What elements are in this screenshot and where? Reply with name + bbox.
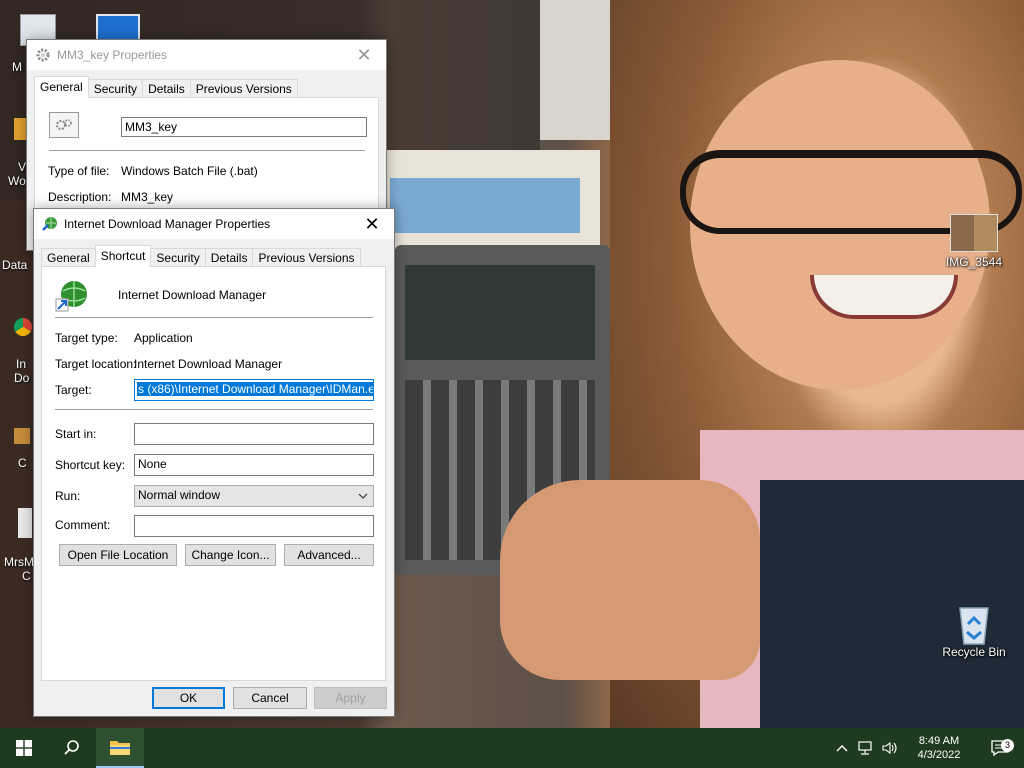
idm-app-icon [54, 279, 90, 313]
windows-logo-icon [16, 740, 32, 756]
run-label: Run: [55, 489, 81, 503]
close-button[interactable]: ✕ [350, 209, 394, 239]
tab-strip: General Shortcut Security Details Previo… [41, 245, 361, 267]
target-selected-text: s (x86)\Internet Download Manager\IDMan.… [137, 382, 373, 396]
chevron-down-icon [358, 493, 368, 499]
separator [49, 150, 365, 151]
desktop-icon-recycle-bin[interactable]: Recycle Bin [934, 602, 1014, 659]
recycle-bin-icon [954, 602, 994, 645]
tab-shortcut[interactable]: Shortcut [94, 245, 152, 267]
desktop-icon-label-fragment[interactable]: Data [2, 258, 27, 272]
type-of-file-value: Windows Batch File (.bat) [121, 164, 258, 178]
gear-icon [36, 48, 50, 62]
tab-details[interactable]: Details [204, 248, 254, 267]
notification-count-badge: 3 [1001, 739, 1014, 752]
title-bar[interactable]: Internet Download Manager Properties ✕ [34, 209, 394, 239]
tab-strip: General Security Details Previous Versio… [34, 76, 298, 98]
tab-previous-versions[interactable]: Previous Versions [189, 79, 298, 98]
chrome-icon[interactable] [14, 318, 32, 336]
title-bar[interactable]: MM3_key Properties ✕ [27, 40, 386, 70]
tab-security[interactable]: Security [87, 79, 144, 98]
desktop-icon-label: Recycle Bin [942, 645, 1006, 659]
app-name-label: Internet Download Manager [118, 288, 267, 302]
taskbar: 8:49 AM 4/3/2022 3 [0, 728, 1024, 768]
target-input[interactable]: s (x86)\Internet Download Manager\IDMan.… [134, 379, 374, 401]
document-icon[interactable] [18, 508, 32, 538]
desktop-icon-img-3544[interactable]: IMG_3544 [934, 214, 1014, 269]
clock-time: 8:49 AM [918, 735, 960, 747]
photo-thumbnail-icon [950, 214, 998, 252]
volume-icon[interactable] [878, 741, 902, 755]
description-label: Description: [48, 190, 112, 204]
idm-properties-window: Internet Download Manager Properties ✕ G… [33, 208, 395, 717]
search-icon [64, 740, 79, 755]
file-explorer-button[interactable] [96, 728, 144, 768]
desktop-icon-label: IMG_3544 [945, 255, 1003, 269]
target-location-value: Internet Download Manager [134, 357, 283, 371]
comment-input[interactable] [134, 515, 374, 537]
batch-file-icon [49, 112, 79, 138]
window-title: Internet Download Manager Properties [64, 217, 271, 231]
desktop-icon-label-fragment[interactable]: In [16, 357, 26, 371]
desktop-icon-label-fragment[interactable]: C [18, 456, 27, 470]
system-tray: 8:49 AM 4/3/2022 3 [830, 728, 1024, 768]
cancel-button[interactable]: Cancel [233, 687, 307, 709]
run-dropdown[interactable]: Normal window [134, 485, 374, 507]
separator [55, 317, 373, 318]
tab-general[interactable]: General [41, 248, 96, 267]
tab-security[interactable]: Security [150, 248, 206, 267]
window-body: General Shortcut Security Details Previo… [34, 239, 394, 716]
action-center-button[interactable]: 3 [976, 739, 1024, 756]
comment-label: Comment: [55, 518, 111, 532]
clock[interactable]: 8:49 AM 4/3/2022 [902, 734, 976, 762]
desktop-icon-label-fragment[interactable]: Wo [8, 174, 26, 188]
separator [55, 409, 373, 410]
file-name-field[interactable]: MM3_key [121, 117, 367, 137]
shortcut-key-input[interactable]: None [134, 454, 374, 476]
search-button[interactable] [48, 728, 96, 768]
folder-icon [110, 741, 130, 755]
app-icon[interactable] [14, 428, 30, 444]
close-button[interactable]: ✕ [342, 40, 386, 70]
description-value: MM3_key [121, 190, 174, 204]
clock-date: 4/3/2022 [917, 749, 961, 761]
target-type-value: Application [134, 331, 193, 345]
change-icon-button[interactable]: Change Icon... [185, 544, 276, 566]
start-button[interactable] [0, 728, 48, 768]
open-file-location-button[interactable]: Open File Location [59, 544, 177, 566]
shortcut-key-label: Shortcut key: [55, 458, 126, 472]
advanced-button[interactable]: Advanced... [284, 544, 374, 566]
window-title: MM3_key Properties [57, 48, 168, 62]
start-in-label: Start in: [55, 427, 97, 441]
tab-details[interactable]: Details [142, 79, 191, 98]
desktop-icon-label-fragment[interactable]: C [22, 569, 31, 583]
shortcut-panel: Internet Download Manager Target type: A… [41, 266, 386, 681]
idm-globe-icon [42, 217, 57, 231]
apply-button[interactable]: Apply [314, 687, 387, 709]
network-icon[interactable] [854, 741, 878, 755]
tab-previous-versions[interactable]: Previous Versions [252, 248, 361, 267]
desktop-icon-label-fragment[interactable]: Do [14, 371, 29, 385]
desktop-icon-label-fragment[interactable]: M [12, 60, 22, 74]
run-dropdown-value: Normal window [138, 488, 221, 502]
desktop-icon-label-fragment[interactable]: MrsM [4, 555, 34, 569]
ok-button[interactable]: OK [152, 687, 225, 709]
start-in-input[interactable] [134, 423, 374, 445]
target-location-label: Target location: [55, 357, 137, 371]
type-of-file-label: Type of file: [48, 164, 110, 178]
tab-general[interactable]: General [34, 76, 89, 98]
target-label: Target: [55, 383, 92, 397]
chevron-up-icon[interactable] [830, 744, 854, 752]
target-type-label: Target type: [55, 331, 118, 345]
